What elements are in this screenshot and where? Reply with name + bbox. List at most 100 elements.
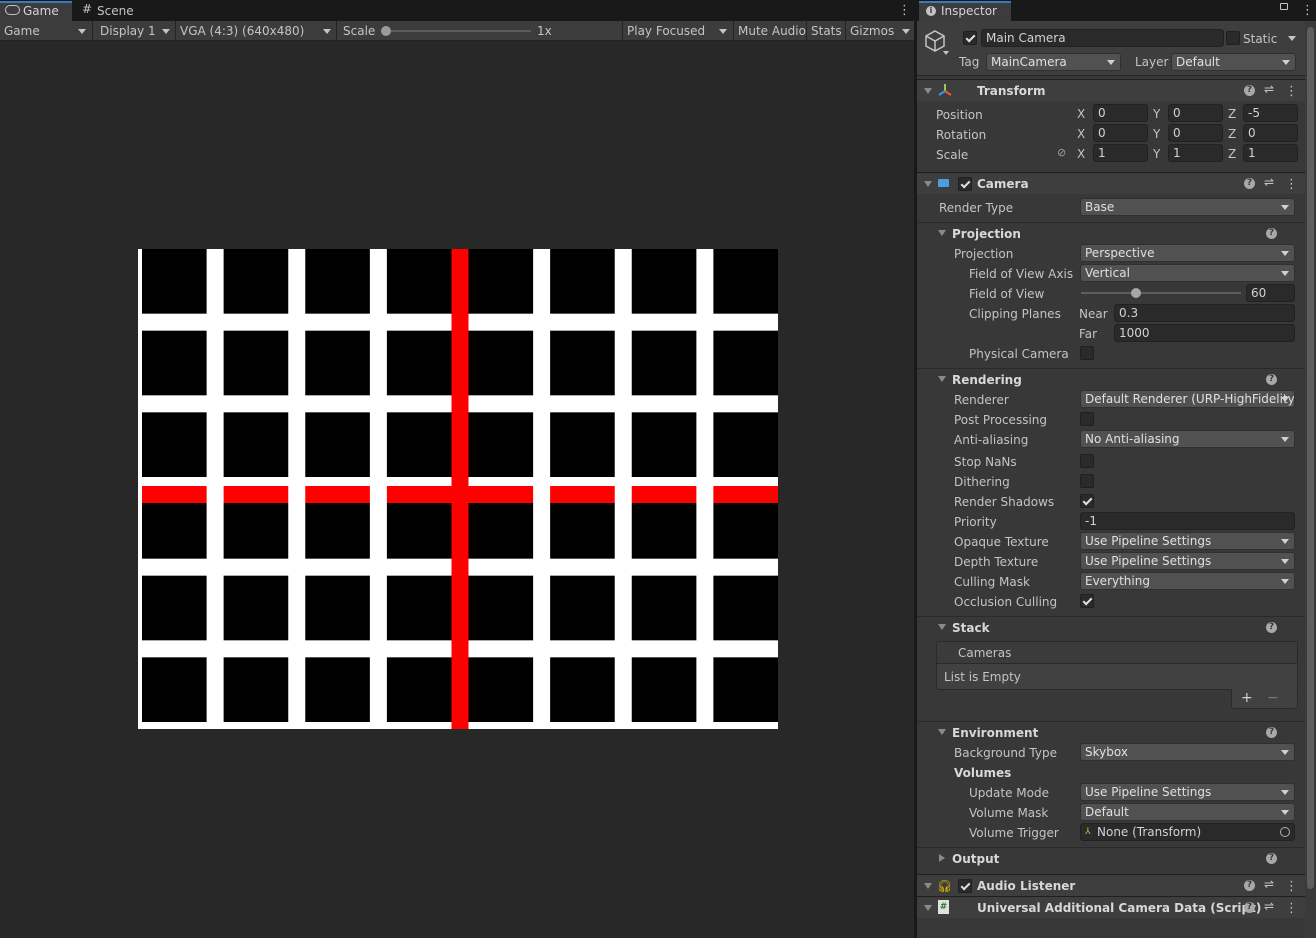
fov-value-field[interactable]: 60 [1246, 284, 1295, 302]
remove-camera-button[interactable]: − [1267, 691, 1279, 705]
stats-button[interactable]: Stats [811, 24, 842, 38]
tab-scene[interactable]: # Scene [74, 1, 149, 21]
audio-listener-checkbox[interactable] [958, 879, 972, 893]
scale-z-field[interactable]: 1 [1243, 144, 1298, 162]
static-dropdown-icon[interactable] [1288, 36, 1296, 41]
foldout-arrow-icon[interactable] [924, 883, 932, 889]
position-x-field[interactable]: 0 [1093, 104, 1148, 122]
foldout-arrow-icon[interactable] [924, 181, 932, 187]
scale-x-axis-label[interactable]: X [1077, 147, 1085, 161]
background-type-dropdown[interactable]: Skybox [1080, 743, 1295, 761]
foldout-arrow-icon[interactable] [939, 854, 945, 862]
scale-x-field[interactable]: 1 [1093, 144, 1148, 162]
object-name-field[interactable]: Main Camera [981, 29, 1224, 47]
render-shadows-checkbox[interactable] [1080, 494, 1094, 508]
audio-listener-header[interactable]: 🎧︎ Audio Listener ? ⇌ [917, 874, 1316, 896]
inspector-scrollbar-thumb[interactable] [1307, 27, 1314, 889]
help-icon[interactable]: ? [1244, 902, 1255, 913]
resolution-dropdown[interactable]: VGA (4:3) (640x480) [176, 21, 336, 41]
near-field[interactable]: 0.3 [1114, 304, 1295, 322]
help-icon[interactable]: ? [1244, 178, 1255, 189]
game-render-viewport[interactable] [138, 249, 778, 729]
foldout-arrow-icon[interactable] [938, 624, 946, 630]
panel-menu-icon[interactable] [898, 3, 911, 18]
physical-camera-checkbox[interactable] [1080, 346, 1094, 360]
rendering-section-header[interactable]: Rendering ? [917, 368, 1309, 388]
component-menu-icon[interactable] [1285, 84, 1298, 99]
gizmos-button[interactable]: Gizmos [850, 24, 894, 38]
fov-axis-dropdown[interactable]: Vertical [1080, 264, 1295, 282]
stop-nans-checkbox[interactable] [1080, 454, 1094, 468]
add-camera-button[interactable]: + [1241, 691, 1253, 705]
camera-header[interactable]: Camera ? ⇌ [917, 172, 1316, 194]
post-processing-checkbox[interactable] [1080, 412, 1094, 426]
constrain-proportions-icon[interactable]: ⊘ [1057, 146, 1066, 160]
position-y-axis-label[interactable]: Y [1153, 107, 1160, 121]
far-field[interactable]: 1000 [1114, 324, 1295, 342]
scale-z-axis-label[interactable]: Z [1228, 147, 1236, 161]
help-icon[interactable]: ? [1266, 853, 1277, 864]
layer-dropdown[interactable]: Default [1171, 53, 1296, 71]
gizmos-dropdown-icon[interactable] [902, 29, 910, 34]
dithering-checkbox[interactable] [1080, 474, 1094, 488]
help-icon[interactable]: ? [1266, 727, 1277, 738]
fov-slider-thumb[interactable] [1130, 288, 1141, 298]
lock-icon[interactable] [1280, 3, 1288, 10]
rotation-x-axis-label[interactable]: X [1077, 127, 1085, 141]
position-z-axis-label[interactable]: Z [1228, 107, 1236, 121]
tab-game[interactable]: Game [0, 1, 72, 21]
rotation-y-axis-label[interactable]: Y [1153, 127, 1160, 141]
position-y-field[interactable]: 0 [1168, 104, 1223, 122]
help-icon[interactable]: ? [1244, 880, 1255, 891]
fov-slider[interactable] [1081, 288, 1241, 298]
foldout-arrow-icon[interactable] [938, 729, 946, 735]
chevron-down-icon[interactable] [943, 51, 949, 55]
stack-section-header[interactable]: Stack ? [917, 616, 1309, 636]
tag-dropdown[interactable]: MainCamera [986, 53, 1121, 71]
rotation-y-field[interactable]: 0 [1168, 124, 1223, 142]
anti-aliasing-dropdown[interactable]: No Anti-aliasing [1080, 430, 1295, 448]
foldout-arrow-icon[interactable] [924, 905, 932, 911]
static-checkbox[interactable] [1226, 31, 1240, 45]
help-icon[interactable]: ? [1266, 374, 1277, 385]
object-picker-icon[interactable] [1280, 827, 1290, 837]
volume-mask-dropdown[interactable]: Default [1080, 803, 1295, 821]
object-active-checkbox[interactable] [963, 31, 977, 45]
occlusion-culling-checkbox[interactable] [1080, 594, 1094, 608]
position-x-axis-label[interactable]: X [1077, 107, 1085, 121]
output-section-header[interactable]: Output ? [917, 847, 1309, 867]
projection-section-header[interactable]: Projection ? [917, 222, 1309, 242]
foldout-arrow-icon[interactable] [938, 230, 946, 236]
rotation-z-axis-label[interactable]: Z [1228, 127, 1236, 141]
presets-icon[interactable]: ⇌ [1264, 899, 1274, 913]
play-focused-dropdown[interactable]: Play Focused [623, 21, 733, 41]
scale-y-field[interactable]: 1 [1168, 144, 1223, 162]
display-dropdown[interactable]: Display 1 [93, 21, 175, 41]
environment-section-header[interactable]: Environment ? [917, 721, 1309, 741]
scale-slider[interactable] [381, 26, 531, 36]
foldout-arrow-icon[interactable] [938, 376, 946, 382]
inspector-scrollbar[interactable] [1305, 21, 1316, 938]
component-menu-icon[interactable] [1285, 879, 1298, 894]
mute-audio-button[interactable]: Mute Audio [738, 24, 806, 38]
transform-header[interactable]: Transform ? ⇌ [917, 79, 1316, 101]
priority-field[interactable]: -1 [1080, 512, 1295, 530]
rotation-x-field[interactable]: 0 [1093, 124, 1148, 142]
help-icon[interactable]: ? [1244, 85, 1255, 96]
help-icon[interactable]: ? [1266, 228, 1277, 239]
game-mode-dropdown[interactable]: Game [0, 21, 92, 41]
depth-texture-dropdown[interactable]: Use Pipeline Settings [1080, 552, 1295, 570]
foldout-arrow-icon[interactable] [924, 88, 932, 94]
scale-y-axis-label[interactable]: Y [1153, 147, 1160, 161]
presets-icon[interactable]: ⇌ [1264, 877, 1274, 891]
renderer-dropdown[interactable]: Default Renderer (URP-HighFidelity [1080, 390, 1295, 408]
position-z-field[interactable]: -5 [1243, 104, 1298, 122]
camera-enabled-checkbox[interactable] [958, 177, 972, 191]
render-type-dropdown[interactable]: Base [1080, 198, 1295, 216]
presets-icon[interactable]: ⇌ [1264, 82, 1274, 96]
presets-icon[interactable]: ⇌ [1264, 175, 1274, 189]
component-menu-icon[interactable] [1285, 901, 1298, 916]
rotation-z-field[interactable]: 0 [1243, 124, 1298, 142]
help-icon[interactable]: ? [1266, 622, 1277, 633]
projection-dropdown[interactable]: Perspective [1080, 244, 1295, 262]
